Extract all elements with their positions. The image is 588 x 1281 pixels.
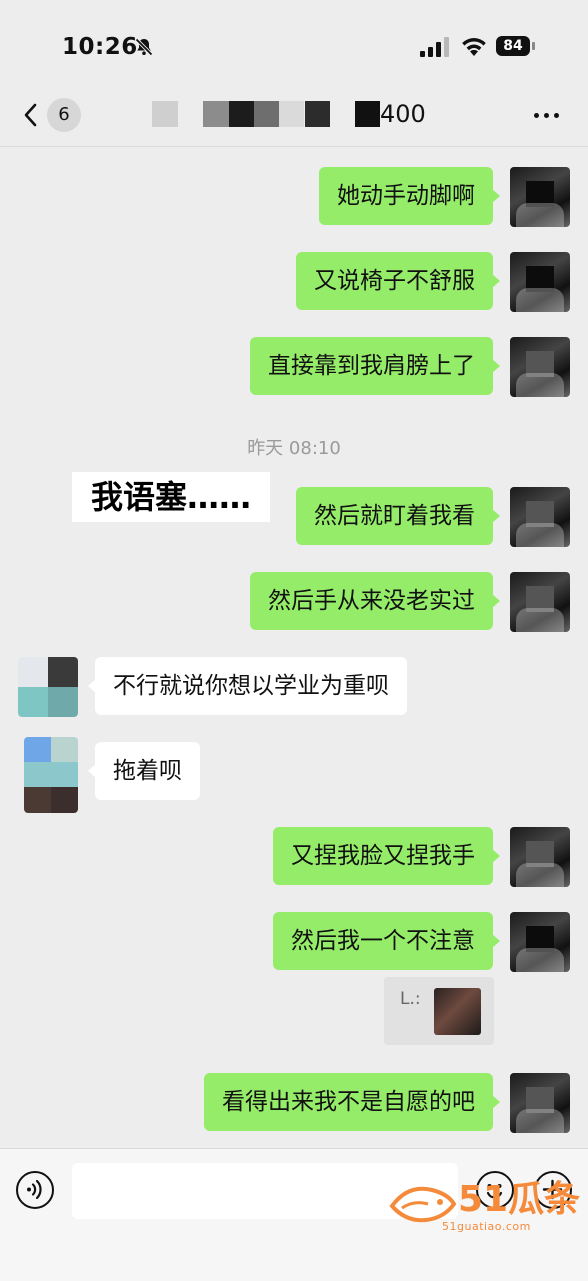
caption-overlay: 我语塞…… (72, 472, 270, 522)
quote-thumbnail[interactable] (434, 988, 481, 1035)
avatar-friend[interactable] (24, 737, 78, 813)
status-time: 10:26 (62, 34, 138, 60)
watermark-brand: 51瓜条 (458, 1179, 581, 1220)
more-icon[interactable] (530, 103, 564, 127)
avatar-me[interactable] (510, 167, 570, 227)
chat-title-suffix: 400 (380, 100, 426, 128)
avatar-me[interactable] (510, 827, 570, 887)
avatar-me[interactable] (510, 912, 570, 972)
avatar-me[interactable] (510, 572, 570, 632)
avatar-me[interactable] (510, 252, 570, 312)
wifi-icon (462, 38, 486, 56)
message-bubble-outgoing[interactable]: 看得出来我不是自愿的吧 (204, 1073, 500, 1131)
message-timestamp: 昨天 08:10 (247, 438, 341, 459)
message-bubble-outgoing[interactable]: 然后我一个不注意 (273, 912, 500, 970)
status-bar: 10:26 84 (0, 0, 588, 90)
message-bubble-outgoing[interactable]: 直接靠到我肩膀上了 (250, 337, 500, 395)
watermark-url: 51guatiao.com (442, 1220, 531, 1233)
quote-label: L.: (400, 989, 421, 1009)
back-chevron-icon[interactable] (20, 100, 42, 130)
avatar-me[interactable] (510, 487, 570, 547)
avatar-friend[interactable] (18, 657, 78, 717)
quoted-reference[interactable]: L.: (384, 977, 494, 1045)
message-bubble-outgoing[interactable]: 然后手从来没老实过 (250, 572, 500, 630)
message-bubble-outgoing[interactable]: 又说椅子不舒服 (296, 252, 500, 310)
message-bubble-incoming[interactable]: 拖着呗 (88, 742, 200, 800)
message-bubble-incoming[interactable]: 不行就说你想以学业为重呗 (88, 657, 407, 715)
message-bubble-outgoing[interactable]: 又捏我脸又捏我手 (273, 827, 500, 885)
avatar-me[interactable] (510, 337, 570, 397)
message-bubble-outgoing[interactable]: 然后就盯着我看 (296, 487, 500, 545)
voice-icon[interactable] (16, 1171, 54, 1209)
bell-mute-icon (135, 38, 153, 56)
battery-icon: 84 (496, 36, 538, 58)
chat-header: 6 400 (0, 90, 588, 147)
message-bubble-outgoing[interactable]: 她动手动脚啊 (319, 167, 500, 225)
signal-icon (420, 37, 449, 57)
unread-count-badge[interactable]: 6 (47, 98, 81, 132)
battery-level: 84 (496, 36, 530, 56)
avatar-me[interactable] (510, 1073, 570, 1133)
watermark-logo: 51瓜条 51guatiao.com (388, 1168, 584, 1240)
